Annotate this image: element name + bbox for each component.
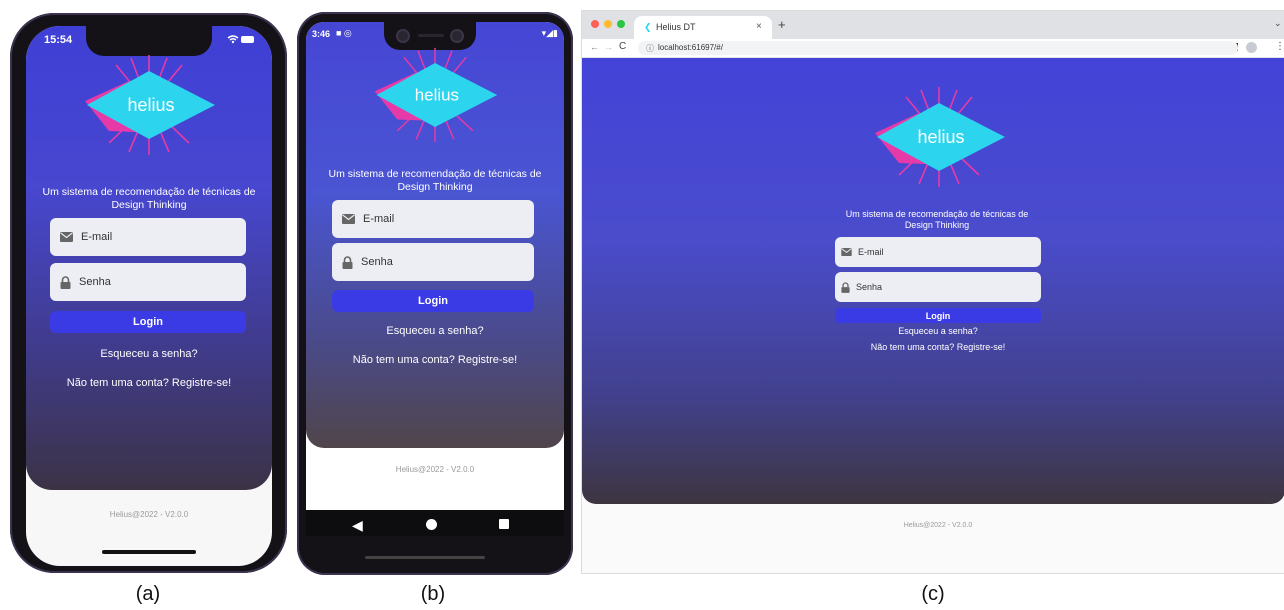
tab-title: Helius DT — [656, 22, 696, 32]
browser-window: ❮ Helius DT × + ⌄ ← → C ⇧ ☆ ⋮ ⓘ localhos… — [581, 10, 1284, 574]
notification-icons: ■ ◎ — [336, 28, 352, 38]
register-link[interactable]: Não tem uma conta? Registre-se! — [835, 342, 1041, 352]
kebab-menu-icon[interactable]: ⋮ — [1275, 41, 1284, 52]
mail-icon — [841, 248, 852, 256]
password-field[interactable]: Senha — [835, 272, 1041, 302]
reload-icon[interactable]: C — [619, 41, 626, 52]
android-screen: 3:46 ■ ◎ ▾◢▮ helius Um sistema de recome… — [306, 22, 564, 536]
password-placeholder: Senha — [856, 282, 883, 292]
notch — [86, 26, 212, 56]
maximize-window-icon[interactable] — [617, 20, 625, 28]
close-window-icon[interactable] — [591, 20, 599, 28]
login-button[interactable]: Login — [50, 311, 246, 333]
forward-icon[interactable]: → — [604, 42, 613, 52]
back-icon[interactable]: ◀ — [352, 517, 363, 534]
minimize-window-icon[interactable] — [604, 20, 612, 28]
login-button[interactable]: Login — [835, 308, 1041, 323]
tagline: Um sistema de recomendação de técnicas d… — [42, 186, 256, 212]
wifi-battery-icon: ▾◢▮ — [541, 28, 558, 38]
password-field[interactable]: Senha — [50, 263, 246, 301]
tab-helius[interactable]: ❮ Helius DT × — [634, 16, 772, 39]
caption-a: (a) — [135, 583, 161, 605]
status-time: 15:54 — [44, 34, 73, 46]
password-field[interactable]: Senha — [332, 243, 534, 281]
logo-text: helius — [917, 127, 964, 147]
password-placeholder: Senha — [79, 276, 111, 288]
speaker — [418, 34, 444, 37]
back-icon[interactable]: ← — [590, 42, 599, 52]
email-field[interactable]: E-mail — [332, 200, 534, 238]
flutter-icon: ❮ — [644, 22, 652, 32]
tagline: Um sistema de recomendação de técnicas d… — [328, 168, 542, 194]
email-field[interactable]: E-mail — [50, 218, 246, 256]
home-indicator — [102, 550, 196, 554]
status-time: 3:46 — [312, 29, 331, 39]
caption-c: (c) — [921, 583, 945, 605]
new-tab-icon[interactable]: + — [778, 17, 786, 32]
url-field[interactable]: ⓘ localhost:61697/#/ — [638, 41, 1238, 55]
password-placeholder: Senha — [361, 256, 393, 268]
mail-icon — [60, 232, 73, 242]
email-field[interactable]: E-mail — [835, 237, 1041, 267]
register-link[interactable]: Não tem uma conta? Registre-se! — [26, 377, 272, 389]
footer-version: Helius@2022 - V2.0.0 — [109, 510, 189, 519]
forgot-password-link[interactable]: Esqueceu a senha? — [835, 326, 1041, 336]
helius-logo: helius — [875, 87, 1005, 187]
profile-avatar-icon[interactable] — [1246, 42, 1257, 53]
lock-icon — [841, 281, 850, 293]
mail-icon — [342, 214, 355, 224]
email-placeholder: E-mail — [858, 247, 884, 257]
speaker-grille — [365, 556, 485, 559]
android-nav-bar: ◀ — [306, 510, 564, 536]
forgot-password-link[interactable]: Esqueceu a senha? — [26, 348, 272, 360]
register-link[interactable]: Não tem uma conta? Registre-se! — [306, 354, 564, 366]
tagline: Um sistema de recomendação de técnicas d… — [845, 209, 1029, 231]
wifi-battery-icon — [226, 34, 256, 47]
helius-logo: helius — [374, 47, 498, 143]
caption-b: (b) — [420, 583, 446, 605]
tab-bar: ❮ Helius DT × + ⌄ — [582, 11, 1284, 39]
iphone-screen: 15:54 helius Um sistema de recomendação … — [26, 26, 272, 566]
lock-icon — [342, 255, 353, 269]
login-button[interactable]: Login — [332, 290, 534, 312]
logo-text: helius — [127, 95, 174, 115]
footer-version: Helius@2022 - V2.0.0 — [395, 465, 475, 474]
url-text: localhost:61697/#/ — [658, 43, 723, 52]
footer-version: Helius@2022 - V2.0.0 — [903, 522, 973, 529]
forgot-password-link[interactable]: Esqueceu a senha? — [306, 325, 564, 337]
close-tab-icon[interactable]: × — [756, 21, 762, 32]
email-placeholder: E-mail — [81, 231, 113, 243]
tab-menu-icon[interactable]: ⌄ — [1274, 18, 1282, 29]
camera-icon — [396, 29, 410, 43]
info-icon: ⓘ — [646, 44, 654, 53]
logo-text: helius — [415, 86, 459, 105]
recents-icon[interactable] — [499, 519, 509, 529]
home-icon[interactable] — [426, 519, 437, 530]
lock-icon — [60, 275, 71, 289]
camera-icon — [450, 29, 464, 43]
helius-logo: helius — [85, 55, 215, 155]
email-placeholder: E-mail — [363, 213, 395, 225]
